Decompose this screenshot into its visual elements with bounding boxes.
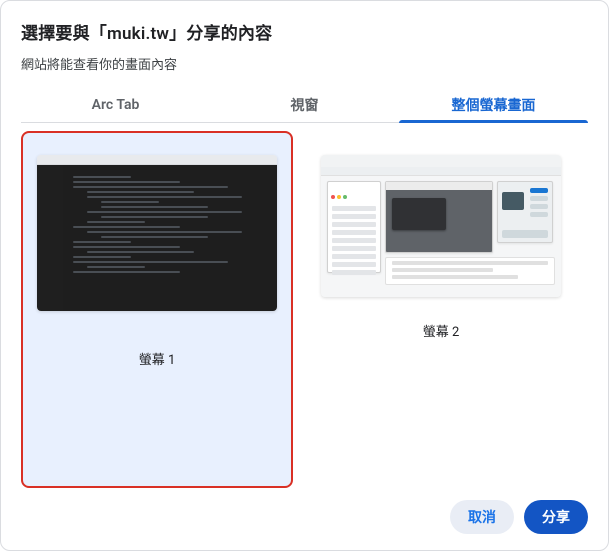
screen-option-label: 螢幕 1 <box>139 349 176 368</box>
screen-picker: 螢幕 1 <box>21 123 588 488</box>
tab-label: 整個螢幕畫面 <box>452 95 536 115</box>
screen-option-label: 螢幕 2 <box>423 321 460 340</box>
tab-arc-tab[interactable]: Arc Tab <box>21 87 210 122</box>
tab-entire-screen[interactable]: 整個螢幕畫面 <box>399 87 588 122</box>
dialog-subtitle: 網站將能查看你的畫面內容 <box>21 54 588 73</box>
screen-2-thumbnail <box>321 155 561 297</box>
screen-1-thumbnail <box>37 155 277 311</box>
tab-label: 視窗 <box>291 95 319 115</box>
screen-option-2[interactable]: 螢幕 2 <box>305 131 577 488</box>
dialog-footer: 取消 分享 <box>21 488 588 534</box>
share-button[interactable]: 分享 <box>524 500 588 534</box>
tab-label: Arc Tab <box>92 97 140 113</box>
screen-option-1[interactable]: 螢幕 1 <box>21 131 293 488</box>
source-tabs: Arc Tab 視窗 整個螢幕畫面 <box>21 87 588 123</box>
share-screen-dialog: 選擇要與「muki.tw」分享的內容 網站將能查看你的畫面內容 Arc Tab … <box>0 0 609 551</box>
tab-window[interactable]: 視窗 <box>210 87 399 122</box>
cancel-button[interactable]: 取消 <box>450 500 514 534</box>
dialog-title: 選擇要與「muki.tw」分享的內容 <box>21 19 588 44</box>
